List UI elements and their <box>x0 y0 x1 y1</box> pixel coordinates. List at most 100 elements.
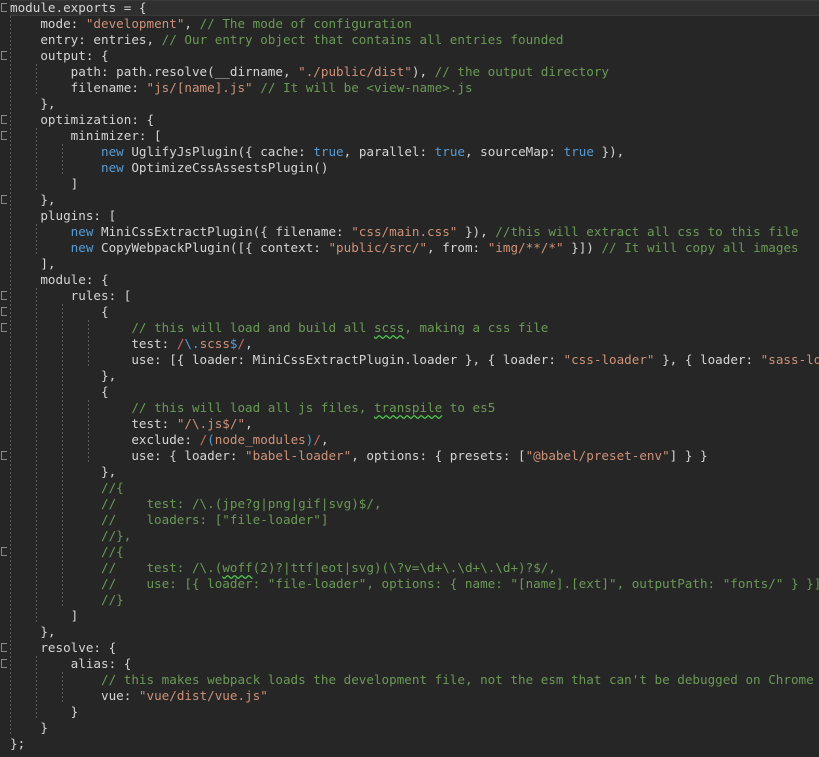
code-line[interactable]: use: { loader: "babel-loader", options: … <box>0 448 819 464</box>
fold-marker-icon[interactable] <box>1 451 7 460</box>
code-line[interactable]: mode: "development", // The mode of conf… <box>0 16 819 32</box>
fold-marker-icon[interactable] <box>1 195 7 204</box>
code-line[interactable]: vue: "vue/dist/vue.js" <box>0 688 819 704</box>
code-token: // The mode of configuration <box>199 16 412 31</box>
fold-marker-icon[interactable] <box>1 659 7 668</box>
code-line[interactable]: filename: "js/[name].js" // It will be <… <box>0 80 819 96</box>
code-line[interactable]: output: { <box>0 48 819 64</box>
code-line[interactable]: // loaders: ["file-loader"] <box>0 512 819 528</box>
code-token: , options: { presets: [ <box>351 448 526 463</box>
code-token: { <box>10 384 109 399</box>
code-line[interactable]: // this will load all js files, transpil… <box>0 400 819 416</box>
code-line[interactable]: // this makes webpack loads the developm… <box>0 672 819 688</box>
code-line[interactable]: }, <box>0 96 819 112</box>
code-line[interactable]: exclude: /(node_modules)/, <box>0 432 819 448</box>
code-line[interactable]: }, <box>0 464 819 480</box>
code-token: "sass-loader" <box>760 352 819 367</box>
code-token: // the output directory <box>434 64 609 79</box>
code-line[interactable]: resolve: { <box>0 640 819 656</box>
code-token: to es5 <box>442 400 496 415</box>
code-line[interactable]: // this will load and build all scss, ma… <box>0 320 819 336</box>
code-token: = { <box>116 0 147 15</box>
code-line[interactable]: plugins: [ <box>0 208 819 224</box>
code-line[interactable]: use: [{ loader: MiniCssExtractPlugin.loa… <box>0 352 819 368</box>
code-line[interactable]: optimization: { <box>0 112 819 128</box>
code-line[interactable]: //}, <box>0 528 819 544</box>
code-token: woff <box>222 560 253 575</box>
code-line[interactable]: } <box>0 720 819 736</box>
code-line[interactable]: ], <box>0 256 819 272</box>
code-token: { <box>10 304 109 319</box>
fold-marker-icon[interactable] <box>1 3 7 12</box>
code-line[interactable]: }; <box>0 736 819 752</box>
code-token: }, <box>10 96 56 111</box>
fold-marker-icon[interactable] <box>1 643 7 652</box>
code-line[interactable]: { <box>0 384 819 400</box>
code-line[interactable]: test: /\.scss$/, <box>0 336 819 352</box>
fold-marker-icon[interactable] <box>1 307 7 316</box>
code-line[interactable]: } <box>0 704 819 720</box>
code-line[interactable]: //} <box>0 592 819 608</box>
code-content[interactable]: module.exports = { mode: "development", … <box>0 0 819 752</box>
code-line[interactable]: rules: [ <box>0 288 819 304</box>
code-token: , parallel: <box>343 144 435 159</box>
fold-marker-icon[interactable] <box>1 323 7 332</box>
fold-marker-icon[interactable] <box>1 291 7 300</box>
code-token: ( <box>207 432 215 447</box>
code-token: // Our entry object that contains all en… <box>161 32 564 47</box>
code-token: test: <box>10 336 177 351</box>
code-token: path: path.resolve(__dirname, <box>10 64 299 79</box>
code-line[interactable]: }, <box>0 624 819 640</box>
fold-marker-icon[interactable] <box>1 131 7 140</box>
code-token: //}, <box>10 528 132 543</box>
code-token: }, <box>10 624 56 639</box>
code-token: new <box>70 224 94 239</box>
code-line[interactable]: test: "/\.js$/", <box>0 416 819 432</box>
code-token: "css-loader" <box>563 352 655 367</box>
code-token: , <box>245 336 253 351</box>
code-token: use: [{ loader: MiniCssExtractPlugin.loa… <box>10 352 564 367</box>
code-line[interactable]: new OptimizeCssAssestsPlugin() <box>0 160 819 176</box>
code-line[interactable]: new CopyWebpackPlugin([{ context: "publi… <box>0 240 819 256</box>
code-line[interactable]: // use: [{ loader: "file-loader", option… <box>0 576 819 592</box>
code-line[interactable]: module: { <box>0 272 819 288</box>
code-line[interactable]: }, <box>0 192 819 208</box>
code-line[interactable]: new UglifyJsPlugin({ cache: true, parall… <box>0 144 819 160</box>
code-line[interactable]: ] <box>0 608 819 624</box>
fold-marker-icon[interactable] <box>1 51 7 60</box>
code-token: "@babel/preset-env" <box>525 448 670 463</box>
code-token: / <box>313 432 321 447</box>
code-line[interactable]: module.exports = { <box>0 0 819 16</box>
code-token: }, { loader: <box>654 352 761 367</box>
code-editor[interactable]: module.exports = { mode: "development", … <box>0 0 819 757</box>
fold-marker-icon[interactable] <box>1 115 7 124</box>
code-line[interactable]: minimizer: [ <box>0 128 819 144</box>
code-token: plugins: [ <box>10 208 117 223</box>
code-token: , <box>184 16 200 31</box>
code-token: // use: [{ loader: "file-loader", option… <box>10 576 819 591</box>
code-line[interactable]: //{ <box>0 480 819 496</box>
code-token: ] } } <box>669 448 708 463</box>
code-token: ), <box>411 64 435 79</box>
fold-gutter[interactable] <box>0 0 10 757</box>
code-line[interactable]: entry: entries, // Our entry object that… <box>0 32 819 48</box>
code-line[interactable]: { <box>0 304 819 320</box>
code-line[interactable]: ] <box>0 176 819 192</box>
code-token: $ <box>229 336 238 351</box>
code-line[interactable]: path: path.resolve(__dirname, "./public/… <box>0 64 819 80</box>
code-token: // this will load and build all <box>131 320 374 335</box>
code-line[interactable]: //{ <box>0 544 819 560</box>
code-line[interactable]: // test: /\.(woff(2)?|ttf|eot|svg)(\?v=\… <box>0 560 819 576</box>
code-token: }), <box>457 224 496 239</box>
code-line[interactable]: // test: /\.(jpe?g|png|gif|svg)$/, <box>0 496 819 512</box>
code-token: //} <box>10 592 124 607</box>
code-token: }), <box>593 144 625 159</box>
code-line[interactable]: }, <box>0 368 819 384</box>
fold-marker-icon[interactable] <box>1 547 7 556</box>
code-token: module.exports <box>10 0 117 15</box>
code-line[interactable]: alias: { <box>0 656 819 672</box>
code-line[interactable]: new MiniCssExtractPlugin({ filename: "cs… <box>0 224 819 240</box>
code-token: new <box>101 160 124 175</box>
